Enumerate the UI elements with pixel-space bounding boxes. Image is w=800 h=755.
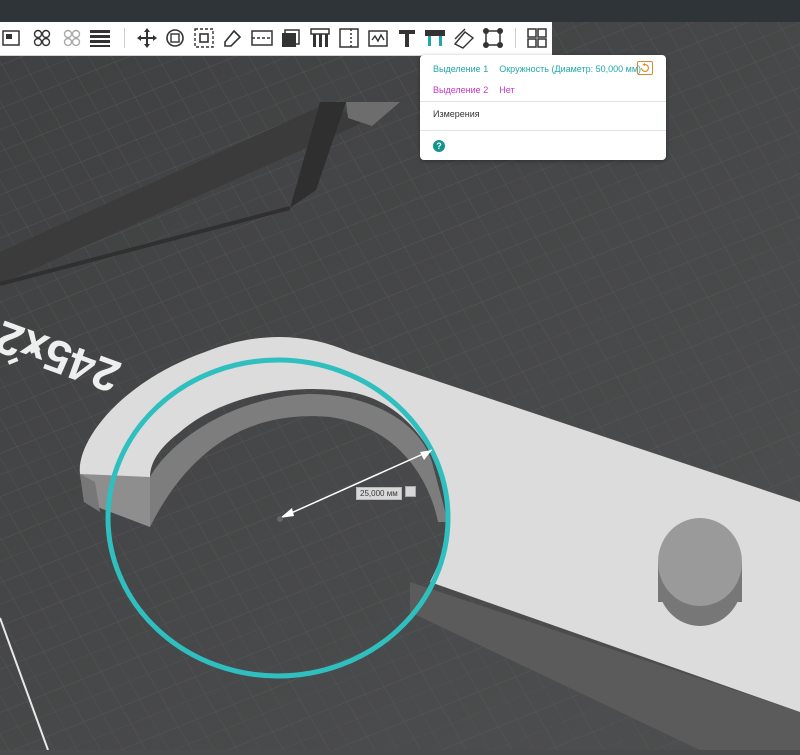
selection2-value: Нет bbox=[499, 85, 515, 95]
selection2-label: Выделение 2 bbox=[433, 85, 489, 95]
panel-divider bbox=[420, 130, 666, 131]
toolbar-separator bbox=[124, 28, 125, 48]
arrange-icon[interactable] bbox=[30, 26, 54, 50]
brim-ears-icon[interactable] bbox=[481, 26, 505, 50]
scale-icon[interactable] bbox=[192, 26, 216, 50]
paint-icon[interactable] bbox=[221, 26, 245, 50]
supports-icon[interactable] bbox=[308, 26, 332, 50]
edit-icon[interactable] bbox=[405, 486, 416, 497]
selection1-label: Выделение 1 bbox=[433, 64, 489, 74]
move-icon[interactable] bbox=[135, 26, 159, 50]
arrange-selection-icon[interactable] bbox=[60, 26, 84, 50]
selection1-value: Окружность (Диаметр: 50,000 мм) bbox=[499, 64, 642, 74]
fuzzy-skin-icon[interactable] bbox=[366, 26, 390, 50]
panel-divider bbox=[420, 101, 666, 102]
3d-viewport[interactable]: 245x2 25,000 мм bbox=[0, 22, 800, 751]
hollow-icon[interactable] bbox=[279, 26, 303, 50]
rotate-icon[interactable] bbox=[163, 26, 187, 50]
cut-icon[interactable] bbox=[250, 26, 274, 50]
scene-canvas[interactable]: 245x2 bbox=[0, 22, 800, 751]
help-icon[interactable]: ? bbox=[433, 140, 445, 152]
measure-value-label: 25,000 мм bbox=[356, 487, 402, 500]
place-on-face-icon[interactable] bbox=[0, 26, 24, 50]
text-icon[interactable] bbox=[395, 26, 419, 50]
window-titlebar bbox=[0, 0, 800, 22]
reset-icon[interactable] bbox=[637, 61, 653, 75]
toolbar-separator bbox=[515, 28, 516, 48]
measure-panel: Выделение 1 Окружность (Диаметр: 50,000 … bbox=[420, 55, 666, 160]
measurements-label: Измерения bbox=[433, 109, 480, 119]
top-toolbar bbox=[0, 22, 552, 56]
layers-list-icon[interactable] bbox=[88, 26, 112, 50]
split-icon[interactable] bbox=[525, 26, 549, 50]
selection2-row: Выделение 2 Нет bbox=[433, 85, 515, 95]
assembly-icon[interactable] bbox=[452, 26, 476, 50]
seam-icon[interactable] bbox=[337, 26, 361, 50]
measure-icon[interactable] bbox=[423, 26, 447, 50]
selection1-row: Выделение 1 Окружность (Диаметр: 50,000 … bbox=[433, 64, 641, 74]
